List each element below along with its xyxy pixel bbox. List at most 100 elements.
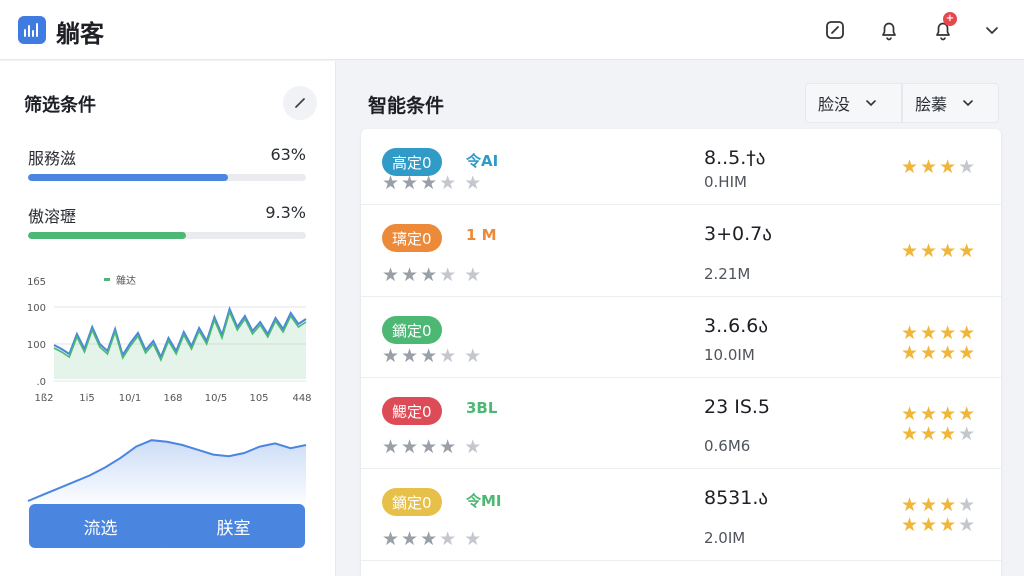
y-tick-label: 100 bbox=[27, 340, 46, 351]
row-tag-extra: 令MI bbox=[466, 492, 502, 510]
star-icon: ★ bbox=[939, 156, 959, 178]
star-icon: ★ bbox=[464, 264, 484, 286]
row-value: 3+0.7ა bbox=[704, 223, 772, 245]
star-icon: ★ bbox=[958, 403, 978, 425]
dropdown-2[interactable]: 脍蓁 bbox=[902, 83, 999, 123]
row-tag-extra: 1 M bbox=[466, 226, 497, 244]
star-icon: ★ bbox=[464, 436, 484, 458]
row-rating-right: ★★★★ ★★★★ bbox=[901, 323, 977, 363]
main-title: 智能条件 bbox=[368, 95, 445, 117]
star-icon: ★ bbox=[939, 423, 959, 445]
star-icon: ★ bbox=[439, 528, 459, 550]
star-icon: ★ bbox=[901, 514, 921, 536]
star-icon: ★ bbox=[420, 172, 440, 194]
star-icon: ★ bbox=[464, 528, 484, 550]
top-bar: 躺客 + bbox=[0, 0, 1024, 60]
row-tag-extra: 令AI bbox=[466, 152, 499, 170]
row-tag-extra: 3BL bbox=[466, 399, 498, 417]
star-icon: ★ bbox=[939, 342, 959, 364]
row-rating-left: ★★★★ ★ bbox=[382, 437, 483, 457]
bell-badge-icon[interactable]: + bbox=[929, 12, 957, 44]
star-icon: ★ bbox=[939, 403, 959, 425]
row-value: 8..5.†ა bbox=[704, 147, 766, 169]
sidebar-title: 筛选条件 bbox=[24, 95, 96, 116]
chevron-down-icon bbox=[866, 100, 876, 107]
star-icon: ★ bbox=[382, 172, 402, 194]
star-icon: ★ bbox=[920, 156, 940, 178]
row-value: 8531.ა bbox=[704, 487, 769, 509]
x-tick-label: 1ß2 bbox=[34, 393, 53, 404]
y-tick-label: 100 bbox=[27, 303, 46, 314]
x-tick-label: 10/1 bbox=[119, 393, 141, 404]
row-rating-right: ★★★★ bbox=[901, 157, 977, 177]
star-icon: ★ bbox=[464, 172, 484, 194]
row-subvalue: 0.6M6 bbox=[704, 437, 751, 455]
star-icon: ★ bbox=[939, 514, 959, 536]
star-icon: ★ bbox=[420, 264, 440, 286]
star-icon: ★ bbox=[382, 345, 402, 367]
star-icon: ★ bbox=[958, 322, 978, 344]
edit-icon[interactable] bbox=[821, 16, 849, 44]
row-tag: 鏑定0 bbox=[382, 488, 442, 516]
star-icon: ★ bbox=[939, 322, 959, 344]
row-subvalue: 0.НIM bbox=[704, 173, 747, 191]
bell-icon[interactable] bbox=[875, 16, 903, 44]
star-icon: ★ bbox=[382, 264, 402, 286]
star-icon: ★ bbox=[401, 172, 421, 194]
y-tick-label: .0 bbox=[36, 377, 46, 388]
result-row[interactable]: 高定0 令AI ★★★★ ★ 8..5.†ა 0.НIM ★★★★ bbox=[361, 129, 1001, 205]
star-icon: ★ bbox=[901, 494, 921, 516]
x-tick-label: 168 bbox=[163, 393, 182, 404]
star-icon: ★ bbox=[382, 436, 402, 458]
star-icon: ★ bbox=[401, 345, 421, 367]
x-tick-label: 448 bbox=[292, 393, 311, 404]
star-icon: ★ bbox=[439, 345, 459, 367]
row-tag: 鰓定0 bbox=[382, 397, 442, 425]
result-row[interactable]: 鰓定0 3BL ★★★★ ★ 23 IS.5 0.6M6 ★★★★ ★★★★ bbox=[361, 378, 1001, 469]
row-tag: 璃定0 bbox=[382, 224, 442, 252]
row-tag: 鏑定0 bbox=[382, 316, 442, 344]
chevron-down-icon[interactable] bbox=[978, 16, 1006, 44]
app-logo-icon[interactable] bbox=[18, 16, 46, 44]
star-icon: ★ bbox=[920, 342, 940, 364]
area-fill bbox=[28, 440, 306, 509]
filter-sidebar: 筛选条件 服務滋 63% 傲溶瓑 9.3% 1б5 100 100 .0 雜达 1ß2 1i… bbox=[0, 61, 336, 576]
y-tick-label: 1б5 bbox=[27, 277, 46, 288]
progress-fill-1 bbox=[28, 174, 229, 181]
star-icon: ★ bbox=[439, 436, 459, 458]
x-tick-label: 1i5 bbox=[79, 393, 95, 404]
result-row[interactable]: 璃定0 1 M ★★★★ ★ 3+0.7ა 2.21M ★★★★ bbox=[361, 205, 1001, 297]
reset-button[interactable]: 朕室 bbox=[162, 504, 305, 548]
progress-fill-2 bbox=[28, 232, 187, 239]
chevron-down-icon bbox=[963, 100, 973, 107]
row-rating-left: ★★★★ ★ bbox=[382, 346, 483, 366]
star-icon: ★ bbox=[920, 322, 940, 344]
star-icon: ★ bbox=[439, 264, 459, 286]
star-icon: ★ bbox=[439, 172, 459, 194]
star-icon: ★ bbox=[939, 240, 959, 262]
row-rating-left: ★★★★ ★ bbox=[382, 529, 483, 549]
result-row[interactable]: 鏑定0 ★★★★ ★ 3..6.6ა 10.0IM ★★★★ ★★★★ bbox=[361, 297, 1001, 378]
star-icon: ★ bbox=[401, 264, 421, 286]
row-subvalue: 2.21M bbox=[704, 265, 751, 283]
star-icon: ★ bbox=[420, 528, 440, 550]
star-icon: ★ bbox=[901, 342, 921, 364]
progress-bar-1 bbox=[28, 174, 306, 181]
star-icon: ★ bbox=[382, 528, 402, 550]
star-icon: ★ bbox=[464, 345, 484, 367]
sidebar-edit-button[interactable] bbox=[283, 86, 317, 120]
row-subvalue: 10.0IM bbox=[704, 346, 755, 364]
star-icon: ★ bbox=[901, 423, 921, 445]
row-value: 3..6.6ა bbox=[704, 315, 769, 337]
pencil-icon bbox=[295, 98, 305, 108]
dropdown-1[interactable]: 脸没 bbox=[805, 83, 902, 123]
progress-bar-2 bbox=[28, 232, 306, 239]
result-list: 高定0 令AI ★★★★ ★ 8..5.†ა 0.НIM ★★★★ 璃定0 1 M ★★★★ ★ 3+… bbox=[361, 129, 1001, 576]
x-tick-label: 105 bbox=[249, 393, 268, 404]
star-icon: ★ bbox=[958, 240, 978, 262]
row-value: 23 IS.5 bbox=[704, 396, 771, 418]
row-rating-right: ★★★★ bbox=[901, 241, 977, 261]
filter-button[interactable]: 流选 bbox=[29, 504, 172, 548]
result-row[interactable]: 鏑定0 令MI ★★★★ ★ 8531.ა 2.0IM ★★★★ ★★★★ bbox=[361, 469, 1001, 561]
star-icon: ★ bbox=[958, 342, 978, 364]
